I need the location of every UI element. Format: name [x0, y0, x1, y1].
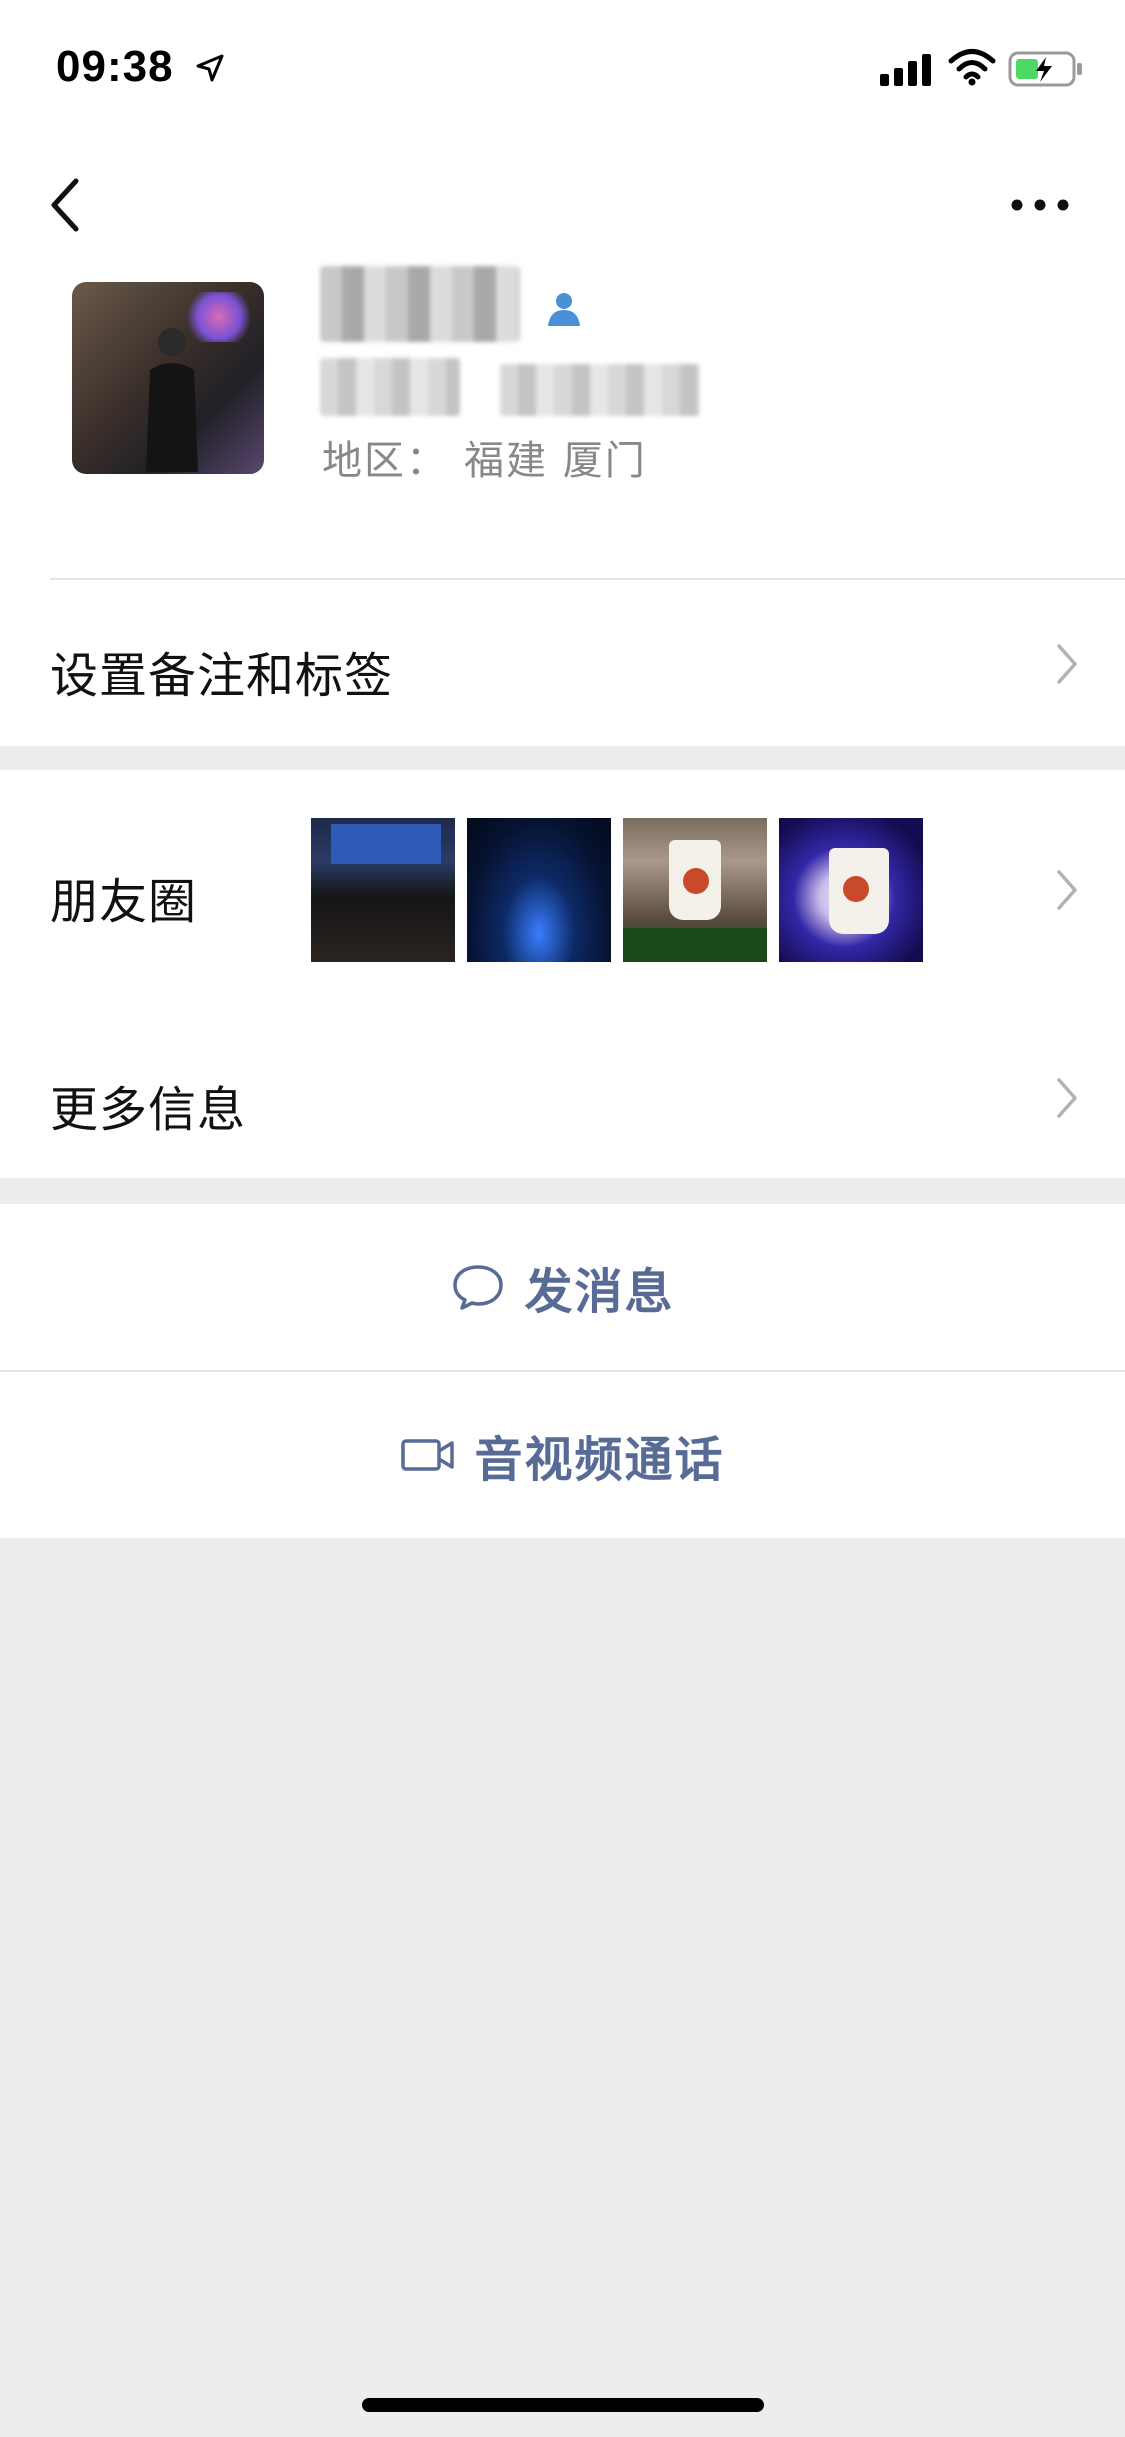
- person-icon: [548, 293, 580, 326]
- location-arrow-icon: [196, 54, 224, 82]
- video-camera-icon: [401, 1439, 455, 1471]
- chevron-right-icon: [1057, 644, 1077, 684]
- status-bar: 09:38: [0, 0, 1125, 140]
- status-time: 09:38: [56, 42, 174, 91]
- send-message-label: 发消息: [524, 1264, 675, 1320]
- battery-charging-icon: [1008, 51, 1082, 87]
- nickname-redacted: [320, 266, 520, 342]
- video-call-label: 音视频通话: [474, 1432, 725, 1488]
- video-call-button[interactable]: 音视频通话: [0, 1372, 1125, 1538]
- moments-row[interactable]: 朋友圈: [0, 770, 1125, 1010]
- send-message-button[interactable]: 发消息: [0, 1204, 1125, 1370]
- cellular-signal-icon: [880, 54, 931, 86]
- back-button[interactable]: [40, 170, 90, 240]
- wechat-id-value-redacted: [500, 364, 700, 416]
- region-label: 地区：: [322, 438, 448, 484]
- moments-label: 朋友圈: [50, 874, 198, 930]
- more-dots-icon: [1011, 199, 1069, 211]
- chevron-right-icon: [1057, 870, 1077, 910]
- more-button[interactable]: [1000, 180, 1080, 230]
- chevron-left-icon: [51, 178, 79, 232]
- set-remark-tags-label: 设置备注和标签: [50, 648, 394, 704]
- moments-thumbnail: [467, 818, 611, 962]
- nav-bar: [0, 140, 1125, 260]
- region-text: 地区： 福建 厦门: [322, 428, 647, 486]
- more-info-label: 更多信息: [50, 1082, 247, 1138]
- region-value: 福建 厦门: [464, 438, 647, 484]
- moments-thumbnail: [623, 818, 767, 962]
- wechat-id-label-redacted: [320, 358, 460, 416]
- avatar[interactable]: [72, 282, 264, 474]
- wifi-icon: [948, 49, 996, 86]
- home-indicator[interactable]: [362, 2398, 764, 2412]
- set-remark-tags-row[interactable]: 设置备注和标签: [0, 580, 1125, 746]
- moments-thumbnail: [311, 818, 455, 962]
- moments-thumbnail: [779, 818, 923, 962]
- profile-header: 地区： 福建 厦门: [0, 260, 1125, 580]
- chevron-right-icon: [1057, 1078, 1077, 1118]
- avatar-person-figure: [146, 328, 198, 472]
- more-info-row[interactable]: 更多信息: [0, 1010, 1125, 1178]
- chat-bubble-icon: [453, 1265, 504, 1310]
